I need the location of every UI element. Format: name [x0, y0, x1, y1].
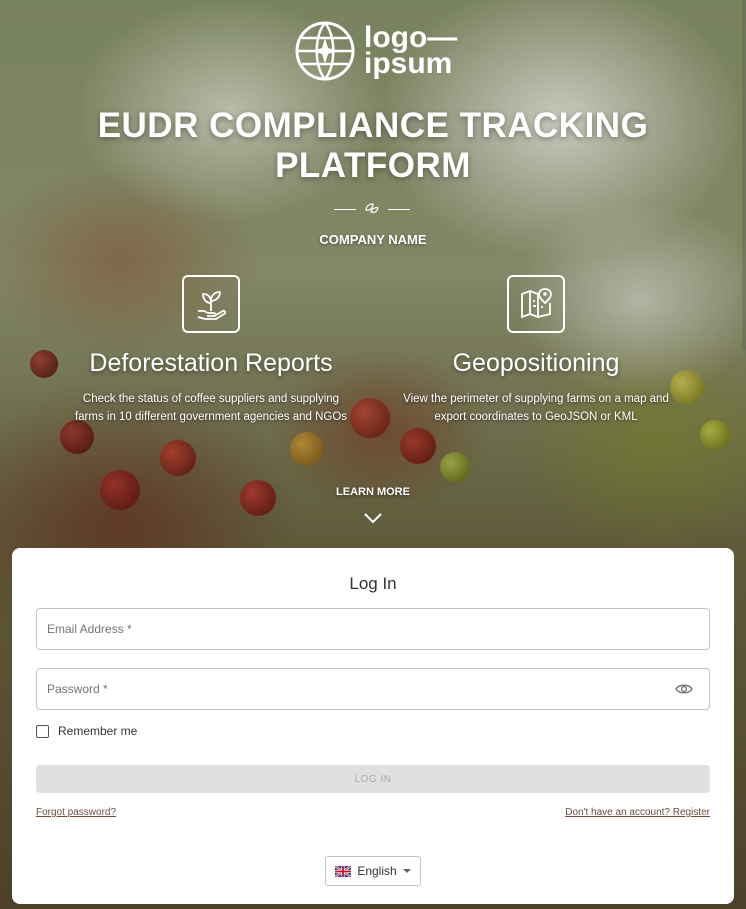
- learn-more-link[interactable]: LEARN MORE: [0, 486, 746, 498]
- divider-line: [334, 208, 356, 210]
- login-title: Log In: [349, 574, 397, 593]
- feature-description: Check the status of coffee suppliers and…: [74, 393, 348, 423]
- password-input[interactable]: [37, 682, 675, 696]
- uk-flag-icon: [335, 865, 352, 877]
- logo-line-2: ipsum: [364, 47, 453, 80]
- remember-me[interactable]: Remember me: [36, 724, 137, 738]
- forgot-password-link[interactable]: Forgot password?: [36, 807, 116, 818]
- leaves-icon: [365, 203, 379, 213]
- feature-description: View the perimeter of supplying farms on…: [403, 393, 669, 423]
- logo-wordmark: logo— ipsum: [364, 23, 457, 80]
- divider-line: [388, 208, 410, 210]
- page-scrollbar[interactable]: [742, 0, 746, 350]
- login-card: Log In Remember me LOG IN Forgot passwor…: [12, 548, 734, 904]
- feature-geopositioning: Geopositioning View the perimeter of sup…: [386, 275, 686, 426]
- feature-title: Deforestation Reports: [89, 349, 333, 377]
- map-location-icon: [507, 275, 565, 333]
- register-link[interactable]: Don't have an account? Register: [565, 807, 710, 818]
- company-name: COMPANY NAME: [319, 232, 427, 247]
- plant-in-hand-icon: [182, 275, 240, 333]
- language-select[interactable]: English: [325, 856, 421, 886]
- page-title: EUDR COMPLIANCE TRACKING PLATFORM: [97, 106, 649, 185]
- chevron-down-icon[interactable]: [363, 512, 383, 524]
- logo: logo— ipsum: [294, 20, 457, 82]
- language-label: English: [357, 864, 397, 878]
- email-field[interactable]: [36, 608, 710, 650]
- eye-icon[interactable]: [675, 683, 693, 695]
- remember-me-label: Remember me: [58, 724, 138, 738]
- remember-me-checkbox[interactable]: [36, 724, 49, 738]
- caret-down-icon: [402, 869, 411, 873]
- login-button[interactable]: LOG IN: [36, 765, 710, 793]
- feature-deforestation-reports: Deforestation Reports Check the status o…: [61, 275, 361, 426]
- email-input[interactable]: [37, 622, 709, 636]
- globe-star-logo-icon: [295, 21, 355, 81]
- feature-title: Geopositioning: [452, 349, 620, 377]
- title-divider: [334, 202, 410, 216]
- password-field[interactable]: [36, 668, 710, 710]
